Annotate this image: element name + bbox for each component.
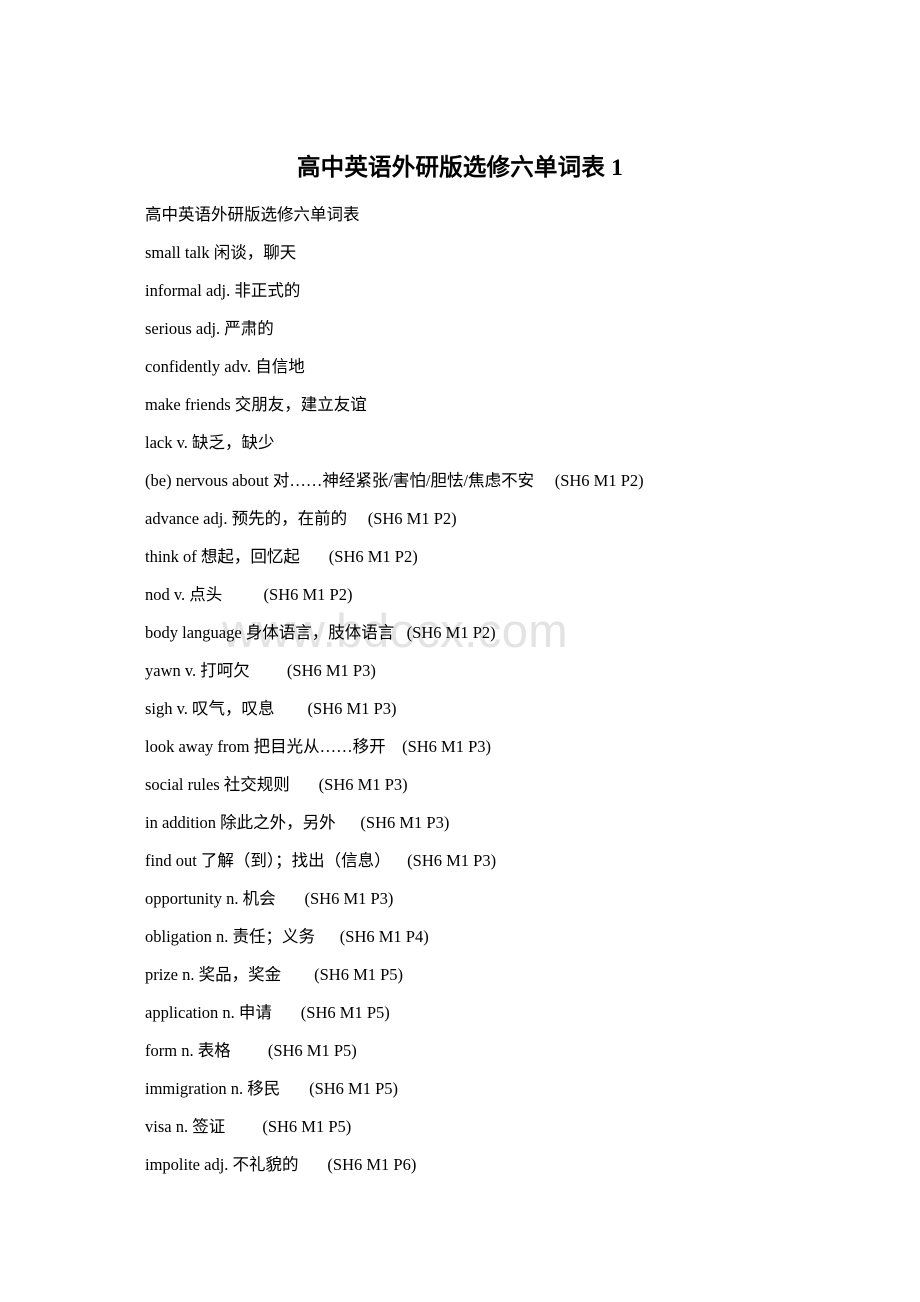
vocab-line: think of 想起，回忆起 (SH6 M1 P2) bbox=[145, 547, 418, 566]
intro-line: 高中英语外研版选修六单词表 bbox=[145, 205, 360, 224]
document-page: www.bdocx.com 高中英语外研版选修六单词表 1 高中英语外研版选修六… bbox=[0, 0, 920, 1302]
vocab-line: make friends 交朋友，建立友谊 bbox=[145, 395, 367, 414]
vocab-line: nod v. 点头 (SH6 M1 P2) bbox=[145, 585, 353, 604]
vocab-line: opportunity n. 机会 (SH6 M1 P3) bbox=[145, 889, 394, 908]
vocab-line: visa n. 签证 (SH6 M1 P5) bbox=[145, 1117, 352, 1136]
vocab-line: small talk 闲谈，聊天 bbox=[145, 243, 297, 262]
vocab-line: form n. 表格 (SH6 M1 P5) bbox=[145, 1041, 357, 1060]
vocab-line: look away from 把目光从……移开 (SH6 M1 P3) bbox=[145, 737, 492, 756]
vocab-line: social rules 社交规则 (SH6 M1 P3) bbox=[145, 775, 408, 794]
vocab-line: (be) nervous about 对……神经紧张/害怕/胆怯/焦虑不安 (S… bbox=[145, 471, 644, 490]
vocab-line: immigration n. 移民 (SH6 M1 P5) bbox=[145, 1079, 399, 1098]
vocab-line: impolite adj. 不礼貌的 (SH6 M1 P6) bbox=[145, 1155, 417, 1174]
vocab-line: in addition 除此之外，另外 (SH6 M1 P3) bbox=[145, 813, 450, 832]
vocab-line: serious adj. 严肃的 bbox=[145, 319, 274, 338]
page-title: 高中英语外研版选修六单词表 1 bbox=[296, 155, 624, 181]
vocab-line: confidently adv. 自信地 bbox=[145, 357, 305, 376]
vocab-line: application n. 申请 (SH6 M1 P5) bbox=[145, 1003, 390, 1022]
vocab-line: prize n. 奖品，奖金 (SH6 M1 P5) bbox=[145, 965, 404, 984]
vocab-line: body language 身体语言，肢体语言 (SH6 M1 P2) bbox=[145, 623, 496, 642]
vocab-line: informal adj. 非正式的 bbox=[145, 281, 301, 300]
vocab-line: advance adj. 预先的，在前的 (SH6 M1 P2) bbox=[145, 509, 457, 528]
vocab-line: yawn v. 打呵欠 (SH6 M1 P3) bbox=[145, 661, 376, 680]
vocab-line: find out 了解（到）；找出（信息） (SH6 M1 P3) bbox=[145, 851, 497, 870]
vocab-line: obligation n. 责任；义务 (SH6 M1 P4) bbox=[145, 927, 429, 946]
vocab-line: lack v. 缺乏，缺少 bbox=[145, 433, 275, 452]
vocab-line: sigh v. 叹气，叹息 (SH6 M1 P3) bbox=[145, 699, 397, 718]
